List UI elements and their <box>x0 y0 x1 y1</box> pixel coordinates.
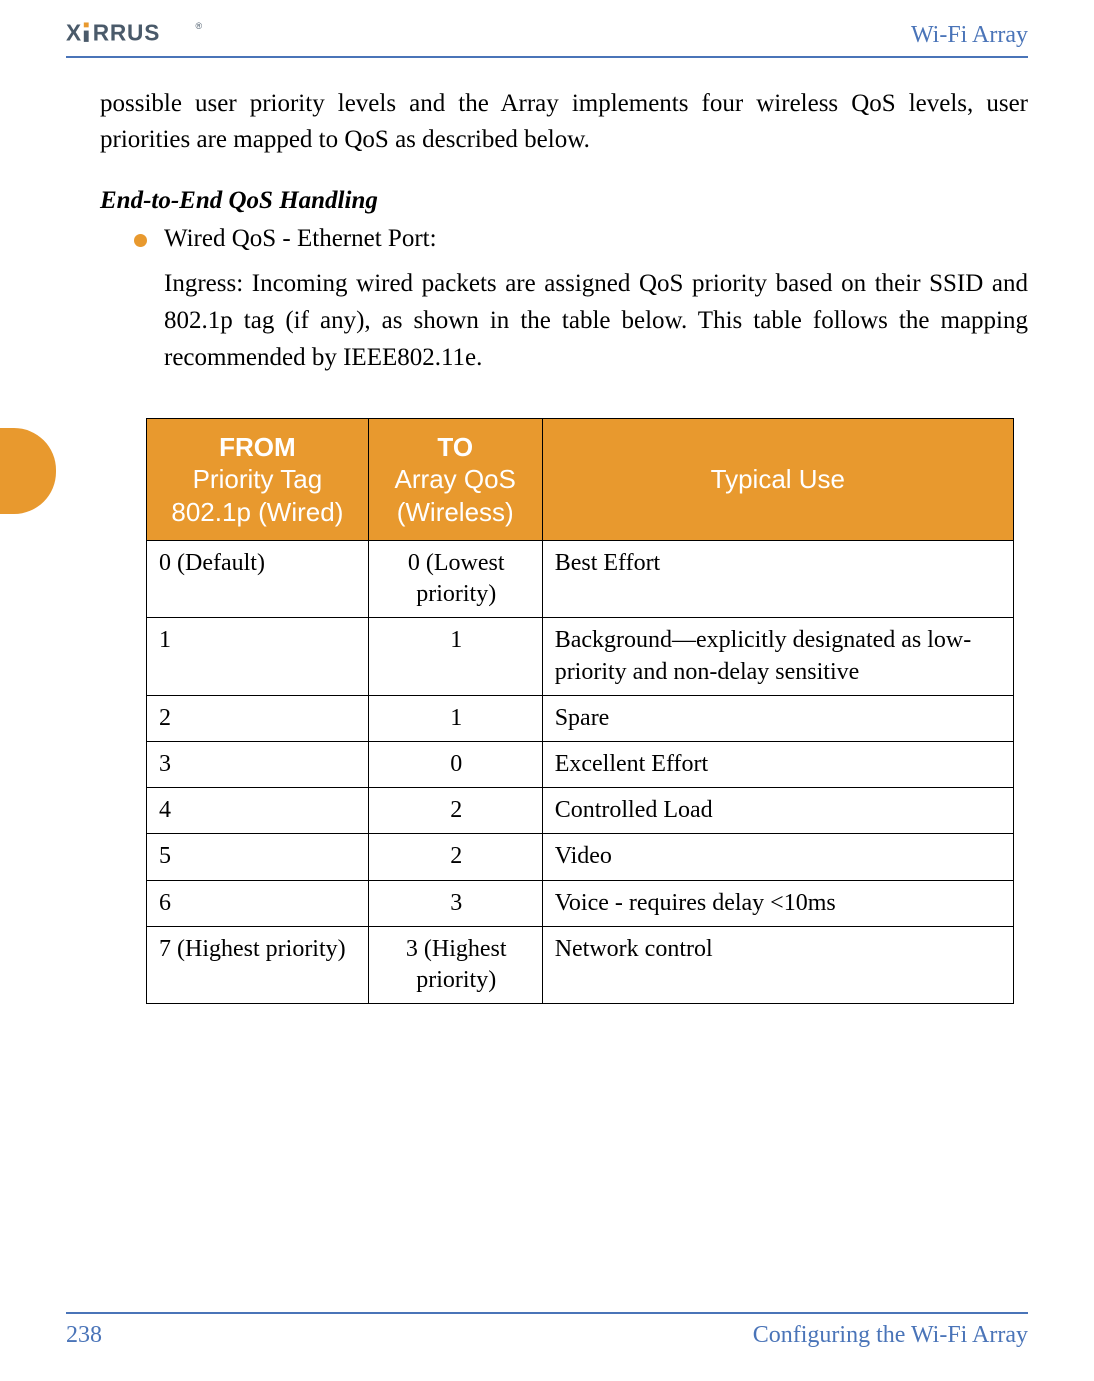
page-number: 238 <box>66 1322 102 1349</box>
table-row: 4 2 Controlled Load <box>147 788 1014 834</box>
table-row: 0 (Default) 0 (Lowest priority) Best Eff… <box>147 541 1014 618</box>
svg-text:RRUS: RRUS <box>93 19 160 45</box>
brand-logo: X RRUS ® <box>66 18 236 52</box>
intro-paragraph: possible user priority levels and the Ar… <box>66 86 1028 159</box>
footer-section-title: Configuring the Wi-Fi Array <box>753 1322 1028 1349</box>
cell-use: Background—explicitly designated as low-… <box>542 618 1013 695</box>
table-row: 7 (Highest priority) 3 (Highest priority… <box>147 926 1014 1003</box>
bullet-body: Ingress: Incoming wired packets are assi… <box>164 265 1028 376</box>
table-row: 3 0 Excellent Effort <box>147 741 1014 787</box>
cell-from: 4 <box>147 788 369 834</box>
th-to-sub: Array QoS (Wireless) <box>395 464 516 527</box>
table-row: 2 1 Spare <box>147 695 1014 741</box>
th-use: Typical Use <box>542 418 1013 541</box>
bullet-icon <box>134 234 147 247</box>
svg-text:X: X <box>66 19 82 45</box>
th-from-bold: FROM <box>219 432 296 462</box>
section-subheading: End-to-End QoS Handling <box>66 187 1028 215</box>
cell-to: 2 <box>368 834 542 880</box>
page-container: X RRUS ® Wi-Fi Array possible user prior… <box>0 0 1094 1381</box>
cell-use: Excellent Effort <box>542 741 1013 787</box>
document-title: Wi-Fi Array <box>911 22 1028 49</box>
cell-use: Network control <box>542 926 1013 1003</box>
svg-text:®: ® <box>196 21 203 31</box>
th-from-sub: Priority Tag 802.1p (Wired) <box>171 464 343 527</box>
cell-from: 0 (Default) <box>147 541 369 618</box>
table-header-row: FROM Priority Tag 802.1p (Wired) TO Arra… <box>147 418 1014 541</box>
table-row: 5 2 Video <box>147 834 1014 880</box>
table-row: 6 3 Voice - requires delay <10ms <box>147 880 1014 926</box>
table-row: 1 1 Background—explicitly designated as … <box>147 618 1014 695</box>
cell-to: 1 <box>368 618 542 695</box>
th-to: TO Array QoS (Wireless) <box>368 418 542 541</box>
bullet-title: Wired QoS - Ethernet Port: <box>164 225 1028 253</box>
cell-to: 1 <box>368 695 542 741</box>
cell-from: 5 <box>147 834 369 880</box>
cell-use: Spare <box>542 695 1013 741</box>
qos-mapping-table: FROM Priority Tag 802.1p (Wired) TO Arra… <box>146 418 1014 1005</box>
th-from: FROM Priority Tag 802.1p (Wired) <box>147 418 369 541</box>
th-to-bold: TO <box>437 432 473 462</box>
cell-from: 6 <box>147 880 369 926</box>
page-footer: 238 Configuring the Wi-Fi Array <box>66 1312 1028 1349</box>
page-header: X RRUS ® Wi-Fi Array <box>66 18 1028 58</box>
cell-from: 2 <box>147 695 369 741</box>
cell-use: Controlled Load <box>542 788 1013 834</box>
cell-to: 0 (Lowest priority) <box>368 541 542 618</box>
cell-from: 1 <box>147 618 369 695</box>
cell-to: 2 <box>368 788 542 834</box>
cell-to: 0 <box>368 741 542 787</box>
cell-use: Video <box>542 834 1013 880</box>
cell-to: 3 (Highest priority) <box>368 926 542 1003</box>
cell-to: 3 <box>368 880 542 926</box>
cell-use: Voice - requires delay <10ms <box>542 880 1013 926</box>
cell-use: Best Effort <box>542 541 1013 618</box>
bullet-item: Wired QoS - Ethernet Port: Ingress: Inco… <box>66 225 1028 376</box>
cell-from: 3 <box>147 741 369 787</box>
xirrus-logo-icon: X RRUS ® <box>66 18 236 48</box>
cell-from: 7 (Highest priority) <box>147 926 369 1003</box>
